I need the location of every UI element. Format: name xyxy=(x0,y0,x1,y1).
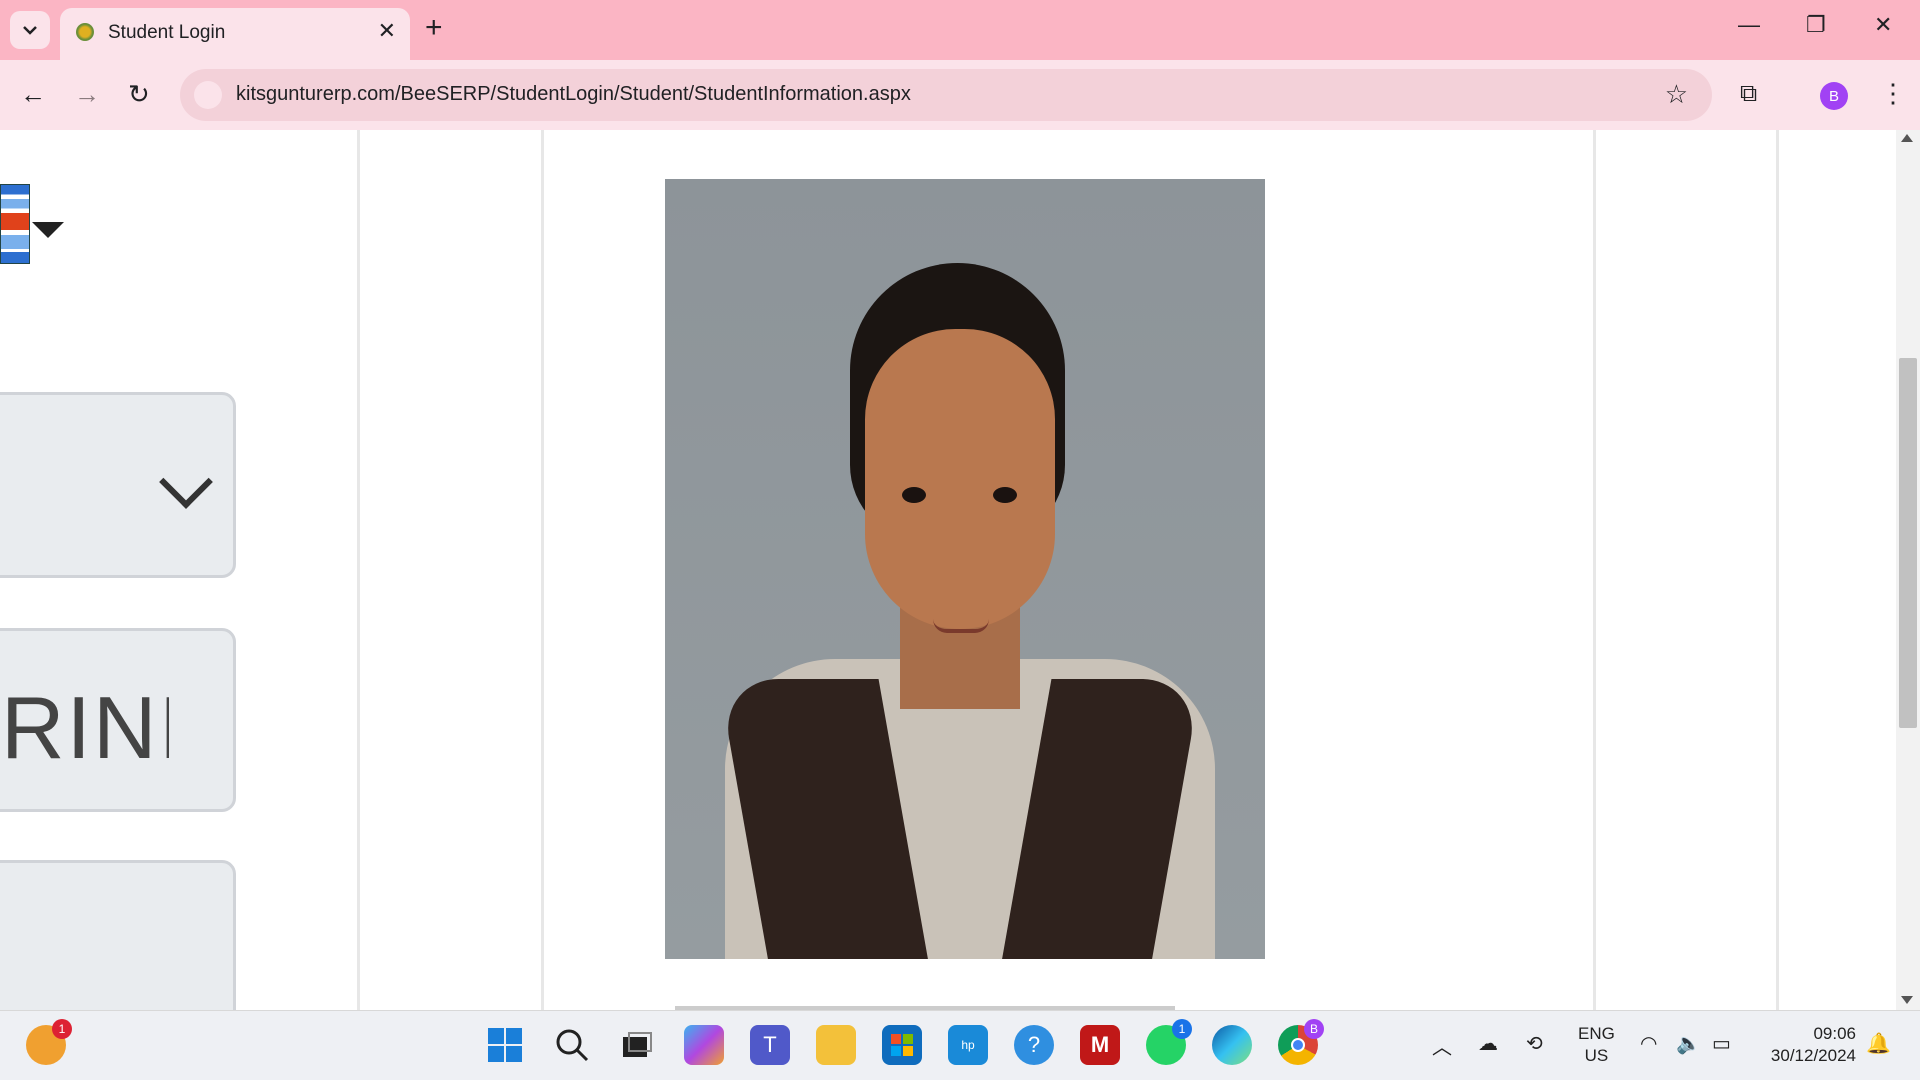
windows-taskbar: 1 T hp ? M 1 B ︿ ☁ ⟲ ENG US ◠ 🔈 ▭ 09:06 … xyxy=(0,1010,1920,1080)
sync-icon[interactable]: ⟲ xyxy=(1526,1031,1543,1056)
student-photo xyxy=(665,179,1265,959)
page-content: RINI\ xyxy=(0,130,1920,1010)
dropdown-select[interactable] xyxy=(0,392,236,578)
teams-icon[interactable]: T xyxy=(750,1025,790,1065)
whatsapp-icon[interactable]: 1 xyxy=(1146,1019,1192,1065)
student-name-text: RINI\ xyxy=(1,678,169,777)
profile-avatar[interactable]: B xyxy=(1820,82,1848,110)
scroll-up-icon[interactable] xyxy=(1901,134,1913,142)
scroll-down-icon[interactable] xyxy=(1901,996,1913,1004)
onedrive-cloud-icon[interactable]: ☁ xyxy=(1478,1031,1498,1056)
input-language[interactable]: ENG US xyxy=(1578,1023,1615,1067)
restore-icon[interactable]: ❐ xyxy=(1806,12,1826,38)
forward-arrow-icon[interactable]: → xyxy=(74,80,100,108)
tab-search-button[interactable] xyxy=(10,11,50,49)
edge-icon[interactable] xyxy=(1212,1025,1252,1065)
reload-icon[interactable]: ↻ xyxy=(128,80,150,108)
column-divider xyxy=(1776,130,1779,1010)
task-view-icon[interactable] xyxy=(617,1025,657,1065)
myhp-icon[interactable]: hp xyxy=(948,1025,988,1065)
chevron-down-icon xyxy=(23,26,37,35)
clock-time: 09:06 xyxy=(1813,1024,1856,1043)
new-tab-button[interactable]: + xyxy=(425,12,443,44)
site-favicon-icon xyxy=(76,23,94,41)
browser-chrome: Student Login ✕ + — ❐ ✕ ← → ↻ kitsguntur… xyxy=(0,0,1920,130)
site-info-icon[interactable] xyxy=(194,81,222,109)
wifi-icon[interactable]: ◠ xyxy=(1640,1031,1657,1056)
file-explorer-icon[interactable] xyxy=(816,1025,856,1065)
more-menu-icon[interactable]: ⋮ xyxy=(1880,78,1906,109)
tab-title: Student Login xyxy=(108,22,226,43)
window-close-icon[interactable]: ✕ xyxy=(1874,12,1892,38)
search-icon[interactable] xyxy=(552,1025,592,1065)
speaker-muted-icon[interactable]: 🔈 xyxy=(1676,1031,1701,1056)
bookmark-star-icon[interactable]: ☆ xyxy=(1665,79,1688,110)
chrome-profile-badge: B xyxy=(1304,1019,1324,1039)
address-bar[interactable]: kitsgunturerp.com/BeeSERP/StudentLogin/S… xyxy=(180,69,1712,121)
minimize-icon[interactable]: — xyxy=(1738,12,1760,38)
column-divider xyxy=(541,130,544,1010)
notification-badge: 1 xyxy=(52,1019,72,1039)
copilot-icon[interactable] xyxy=(684,1025,724,1065)
tab-student-login[interactable]: Student Login ✕ xyxy=(60,8,410,60)
lang-code: ENG xyxy=(1578,1024,1615,1043)
info-field xyxy=(0,860,236,1010)
notification-badge: 1 xyxy=(1172,1019,1192,1039)
calendar-export-icon[interactable] xyxy=(0,184,64,269)
scrollbar-thumb[interactable] xyxy=(1899,358,1917,728)
battery-icon[interactable]: ▭ xyxy=(1712,1031,1731,1056)
extensions-puzzle-icon[interactable]: ⧉ xyxy=(1740,80,1757,108)
get-help-icon[interactable]: ? xyxy=(1014,1025,1054,1065)
microsoft-store-icon[interactable] xyxy=(882,1025,922,1065)
tab-strip: Student Login ✕ + — ❐ ✕ xyxy=(0,0,1920,60)
chrome-icon[interactable]: B xyxy=(1278,1019,1324,1065)
url-text[interactable]: kitsgunturerp.com/BeeSERP/StudentLogin/S… xyxy=(236,83,911,106)
notification-bell-icon[interactable]: 🔔 xyxy=(1866,1031,1891,1056)
clock-date: 30/12/2024 xyxy=(1770,1046,1856,1065)
weather-icon[interactable]: 1 xyxy=(26,1019,72,1065)
column-divider xyxy=(1593,130,1596,1010)
browser-toolbar: ← → ↻ kitsgunturerp.com/BeeSERP/StudentL… xyxy=(0,60,1920,130)
show-hidden-icons-icon[interactable]: ︿ xyxy=(1432,1031,1452,1060)
student-name-field: RINI\ xyxy=(0,628,236,812)
system-clock[interactable]: 09:06 30/12/2024 xyxy=(1760,1023,1856,1067)
chevron-down-icon xyxy=(159,455,213,509)
windows-start-icon[interactable] xyxy=(485,1025,525,1065)
region-code: US xyxy=(1584,1046,1609,1065)
mcafee-icon[interactable]: M xyxy=(1080,1025,1120,1065)
column-divider xyxy=(357,130,360,1010)
back-arrow-icon[interactable]: ← xyxy=(20,80,46,108)
vertical-scrollbar[interactable] xyxy=(1896,130,1920,1010)
close-tab-icon[interactable]: ✕ xyxy=(378,18,396,44)
